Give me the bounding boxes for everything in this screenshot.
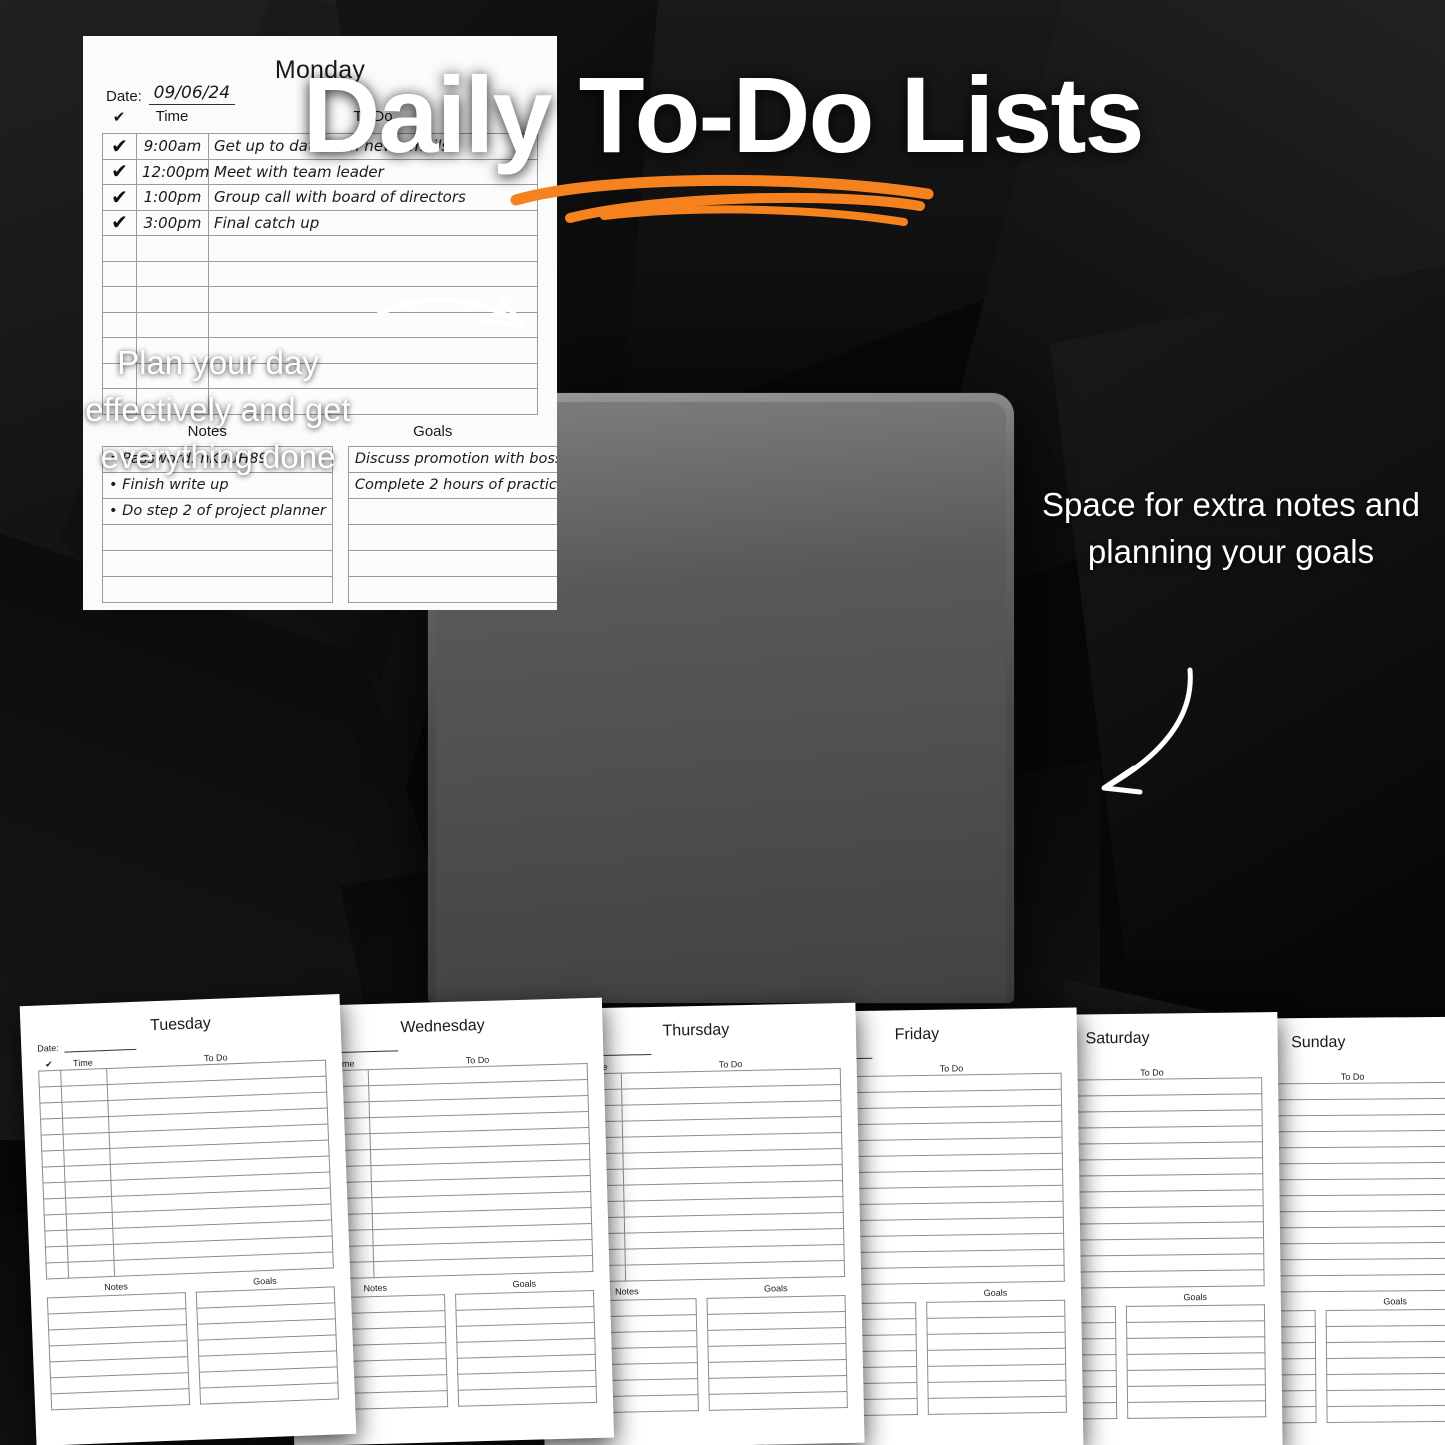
list-item[interactable] [1127, 1384, 1266, 1403]
page-date-label: Date: [37, 1042, 60, 1054]
page-title-wrapper: Daily To-Do Lists [0, 54, 1445, 175]
page-title: Daily To-Do Lists [302, 54, 1144, 175]
row-time[interactable] [65, 1196, 113, 1215]
page-notes-table [47, 1292, 190, 1410]
row-time[interactable] [64, 1180, 112, 1199]
page-goals-table [196, 1286, 339, 1405]
check-column-header: ✔ [44, 1059, 53, 1070]
row-checkbox[interactable] [39, 1102, 63, 1120]
row-time[interactable] [62, 1116, 110, 1135]
goals-heading: Goals [512, 1278, 537, 1290]
row-checkbox[interactable] [46, 1262, 69, 1279]
day-page-tuesday[interactable]: Tuesday Date: ✔ Time To Do Notes Goals [19, 994, 357, 1445]
goals-heading: Goals [1383, 1296, 1407, 1307]
row-checkbox[interactable] [39, 1086, 62, 1104]
page-goals-table [926, 1300, 1067, 1415]
caption-left: Plan your day effectively and get everyt… [85, 344, 351, 475]
list-item[interactable] [1127, 1400, 1266, 1419]
row-time[interactable] [60, 1068, 108, 1087]
page-notes-goals-row [47, 1286, 339, 1410]
curved-arrow-right-icon [375, 294, 526, 328]
list-item[interactable] [709, 1391, 848, 1411]
list-item[interactable] [458, 1386, 597, 1407]
row-time[interactable] [61, 1100, 109, 1119]
list-item[interactable] [1326, 1309, 1445, 1327]
page-day-title: Wednesday [400, 1016, 485, 1037]
time-column-header: Time [72, 1057, 93, 1069]
goals-heading: Goals [1183, 1291, 1208, 1303]
orange-underline-swoosh-icon [510, 174, 933, 226]
row-checkbox[interactable] [40, 1118, 64, 1136]
row-checkbox[interactable] [42, 1166, 65, 1184]
list-item[interactable] [1326, 1357, 1445, 1375]
row-time[interactable] [68, 1260, 115, 1279]
list-item[interactable] [1326, 1389, 1445, 1407]
row-checkbox[interactable] [45, 1246, 69, 1263]
row-time[interactable] [66, 1212, 113, 1231]
list-item[interactable] [1326, 1325, 1445, 1343]
page-goals-table [707, 1295, 848, 1411]
list-item[interactable] [928, 1396, 1067, 1415]
page-goals-table [1126, 1304, 1266, 1419]
page-todo-table [38, 1060, 334, 1280]
page-date-field[interactable] [63, 1040, 136, 1053]
row-time[interactable] [61, 1084, 108, 1103]
list-item[interactable] [1326, 1341, 1445, 1359]
row-time[interactable] [66, 1228, 114, 1247]
row-time[interactable] [63, 1132, 110, 1151]
goals-heading: Goals [983, 1287, 1008, 1299]
list-item[interactable] [1126, 1320, 1265, 1339]
list-item[interactable] [1326, 1373, 1445, 1391]
row-checkbox[interactable] [43, 1198, 67, 1216]
row-checkbox[interactable] [38, 1070, 62, 1088]
list-item[interactable] [1126, 1352, 1266, 1371]
row-checkbox[interactable] [41, 1134, 64, 1152]
row-checkbox[interactable] [42, 1182, 66, 1200]
row-time[interactable] [64, 1164, 111, 1183]
row-checkbox[interactable] [44, 1230, 68, 1247]
list-item[interactable] [1326, 1405, 1445, 1423]
page-goals-table [1326, 1309, 1445, 1423]
row-time[interactable] [67, 1244, 114, 1263]
list-item[interactable] [1127, 1368, 1266, 1387]
list-item[interactable] [1126, 1336, 1265, 1355]
row-checkbox[interactable] [41, 1150, 65, 1168]
page-goals-table [455, 1290, 597, 1407]
goals-heading: Goals [763, 1283, 788, 1294]
row-checkbox[interactable] [44, 1214, 67, 1232]
list-item[interactable] [1126, 1304, 1265, 1323]
curved-arrow-down-left-icon [1101, 667, 1193, 795]
caption-right: Space for extra notes and planning your … [1042, 486, 1420, 570]
row-time[interactable] [63, 1148, 111, 1167]
